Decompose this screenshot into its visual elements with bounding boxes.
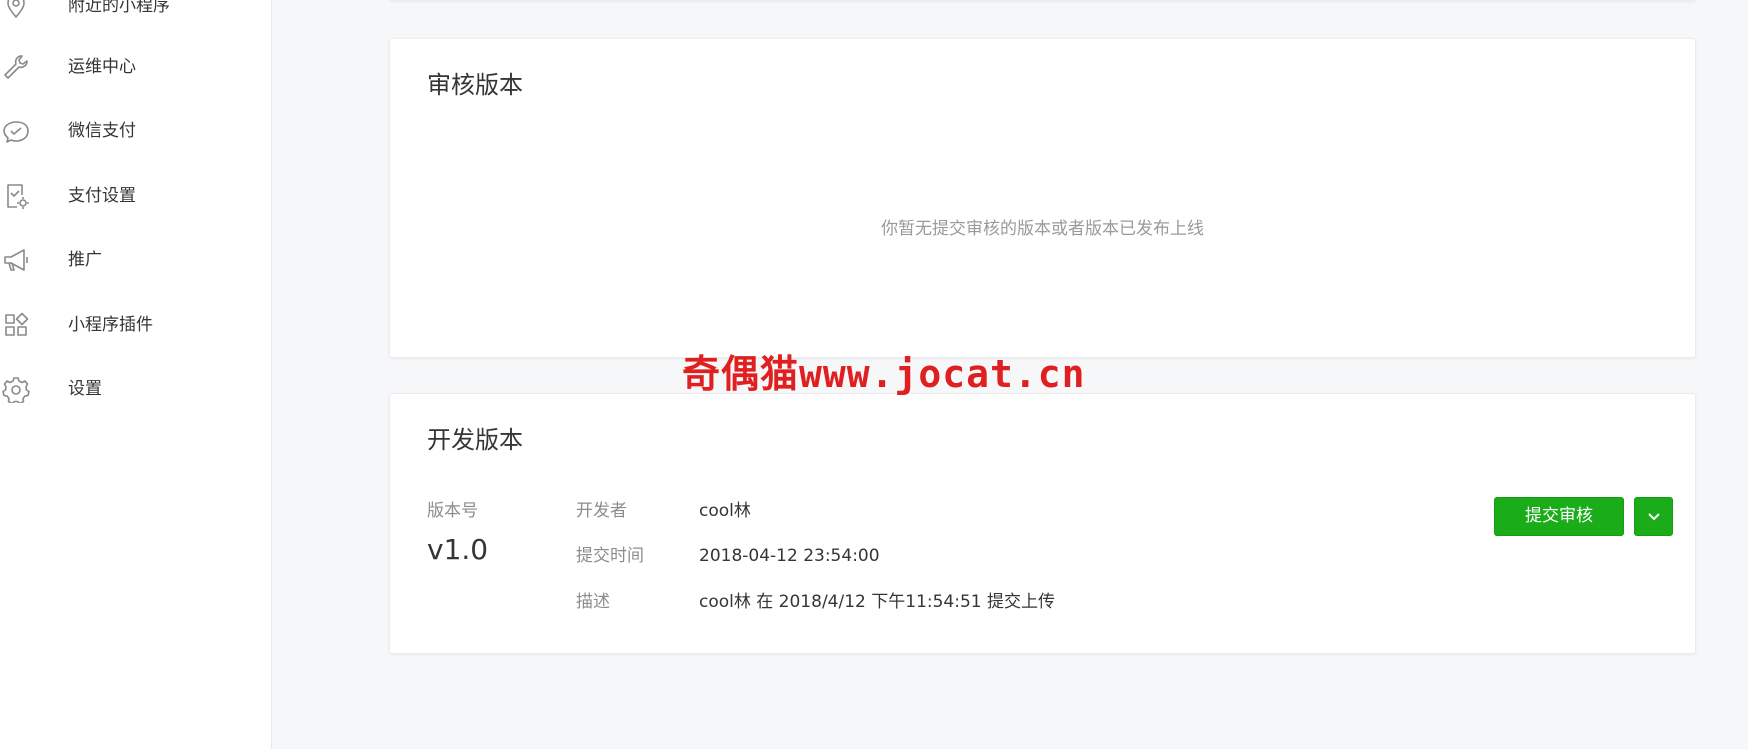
watermark: 奇偶猫www.jocat.cn: [682, 352, 1086, 396]
review-version-card: 审核版本 你暂无提交审核的版本或者版本已发布上线: [389, 38, 1696, 358]
sidebar-item-label: 运维中心: [68, 57, 136, 77]
submit-time-value: 2018-04-12 23:54:00: [699, 546, 880, 566]
sidebar-item-promotion[interactable]: 推广: [0, 240, 272, 280]
sidebar-item-payment-settings[interactable]: 支付设置: [0, 176, 272, 216]
dev-version-title: 开发版本: [427, 426, 523, 454]
gear-icon: [2, 375, 30, 403]
sidebar-item-label: 小程序插件: [68, 315, 153, 335]
sidebar-item-label: 支付设置: [68, 186, 136, 206]
submit-review-button[interactable]: 提交审核: [1494, 497, 1624, 536]
wrench-icon: [2, 53, 30, 81]
chevron-down-icon: [1648, 513, 1660, 521]
location-pin-icon: [2, 0, 30, 20]
version-number: v1.0: [427, 533, 489, 566]
sidebar-item-wechat-pay[interactable]: 微信支付: [0, 111, 272, 151]
plugin-grid-icon: [2, 311, 30, 339]
sidebar-item-label: 设置: [68, 379, 102, 399]
developer-value: cool林: [699, 501, 751, 521]
megaphone-icon: [2, 246, 30, 274]
description-value: cool林 在 2018/4/12 下午11:54:51 提交上传: [699, 592, 1056, 612]
version-number-label: 版本号: [427, 501, 478, 521]
more-actions-dropdown-button[interactable]: [1634, 497, 1673, 536]
dev-version-card: 开发版本 版本号 v1.0 开发者 cool林 提交时间 2018-04-12 …: [389, 393, 1696, 654]
description-label: 描述: [576, 592, 610, 612]
wechat-pay-icon: [2, 117, 30, 145]
sidebar-item-label: 推广: [68, 250, 102, 270]
previous-card: [389, 0, 1696, 1]
payment-settings-icon: [2, 182, 30, 210]
review-empty-text: 你暂无提交审核的版本或者版本已发布上线: [881, 219, 1204, 239]
sidebar-item-label: 附近的小程序: [68, 0, 170, 16]
sidebar: 附近的小程序 运维中心 微信支付 支付设置 推广 小程序插件 设置: [0, 0, 272, 749]
sidebar-item-nearby-mini-programs[interactable]: 附近的小程序: [0, 0, 272, 26]
sidebar-item-ops-center[interactable]: 运维中心: [0, 47, 272, 87]
sidebar-item-settings[interactable]: 设置: [0, 369, 272, 409]
sidebar-item-label: 微信支付: [68, 121, 136, 141]
submit-time-label: 提交时间: [576, 546, 644, 566]
sidebar-item-plugins[interactable]: 小程序插件: [0, 305, 272, 345]
developer-label: 开发者: [576, 501, 627, 521]
review-version-title: 审核版本: [427, 71, 523, 99]
